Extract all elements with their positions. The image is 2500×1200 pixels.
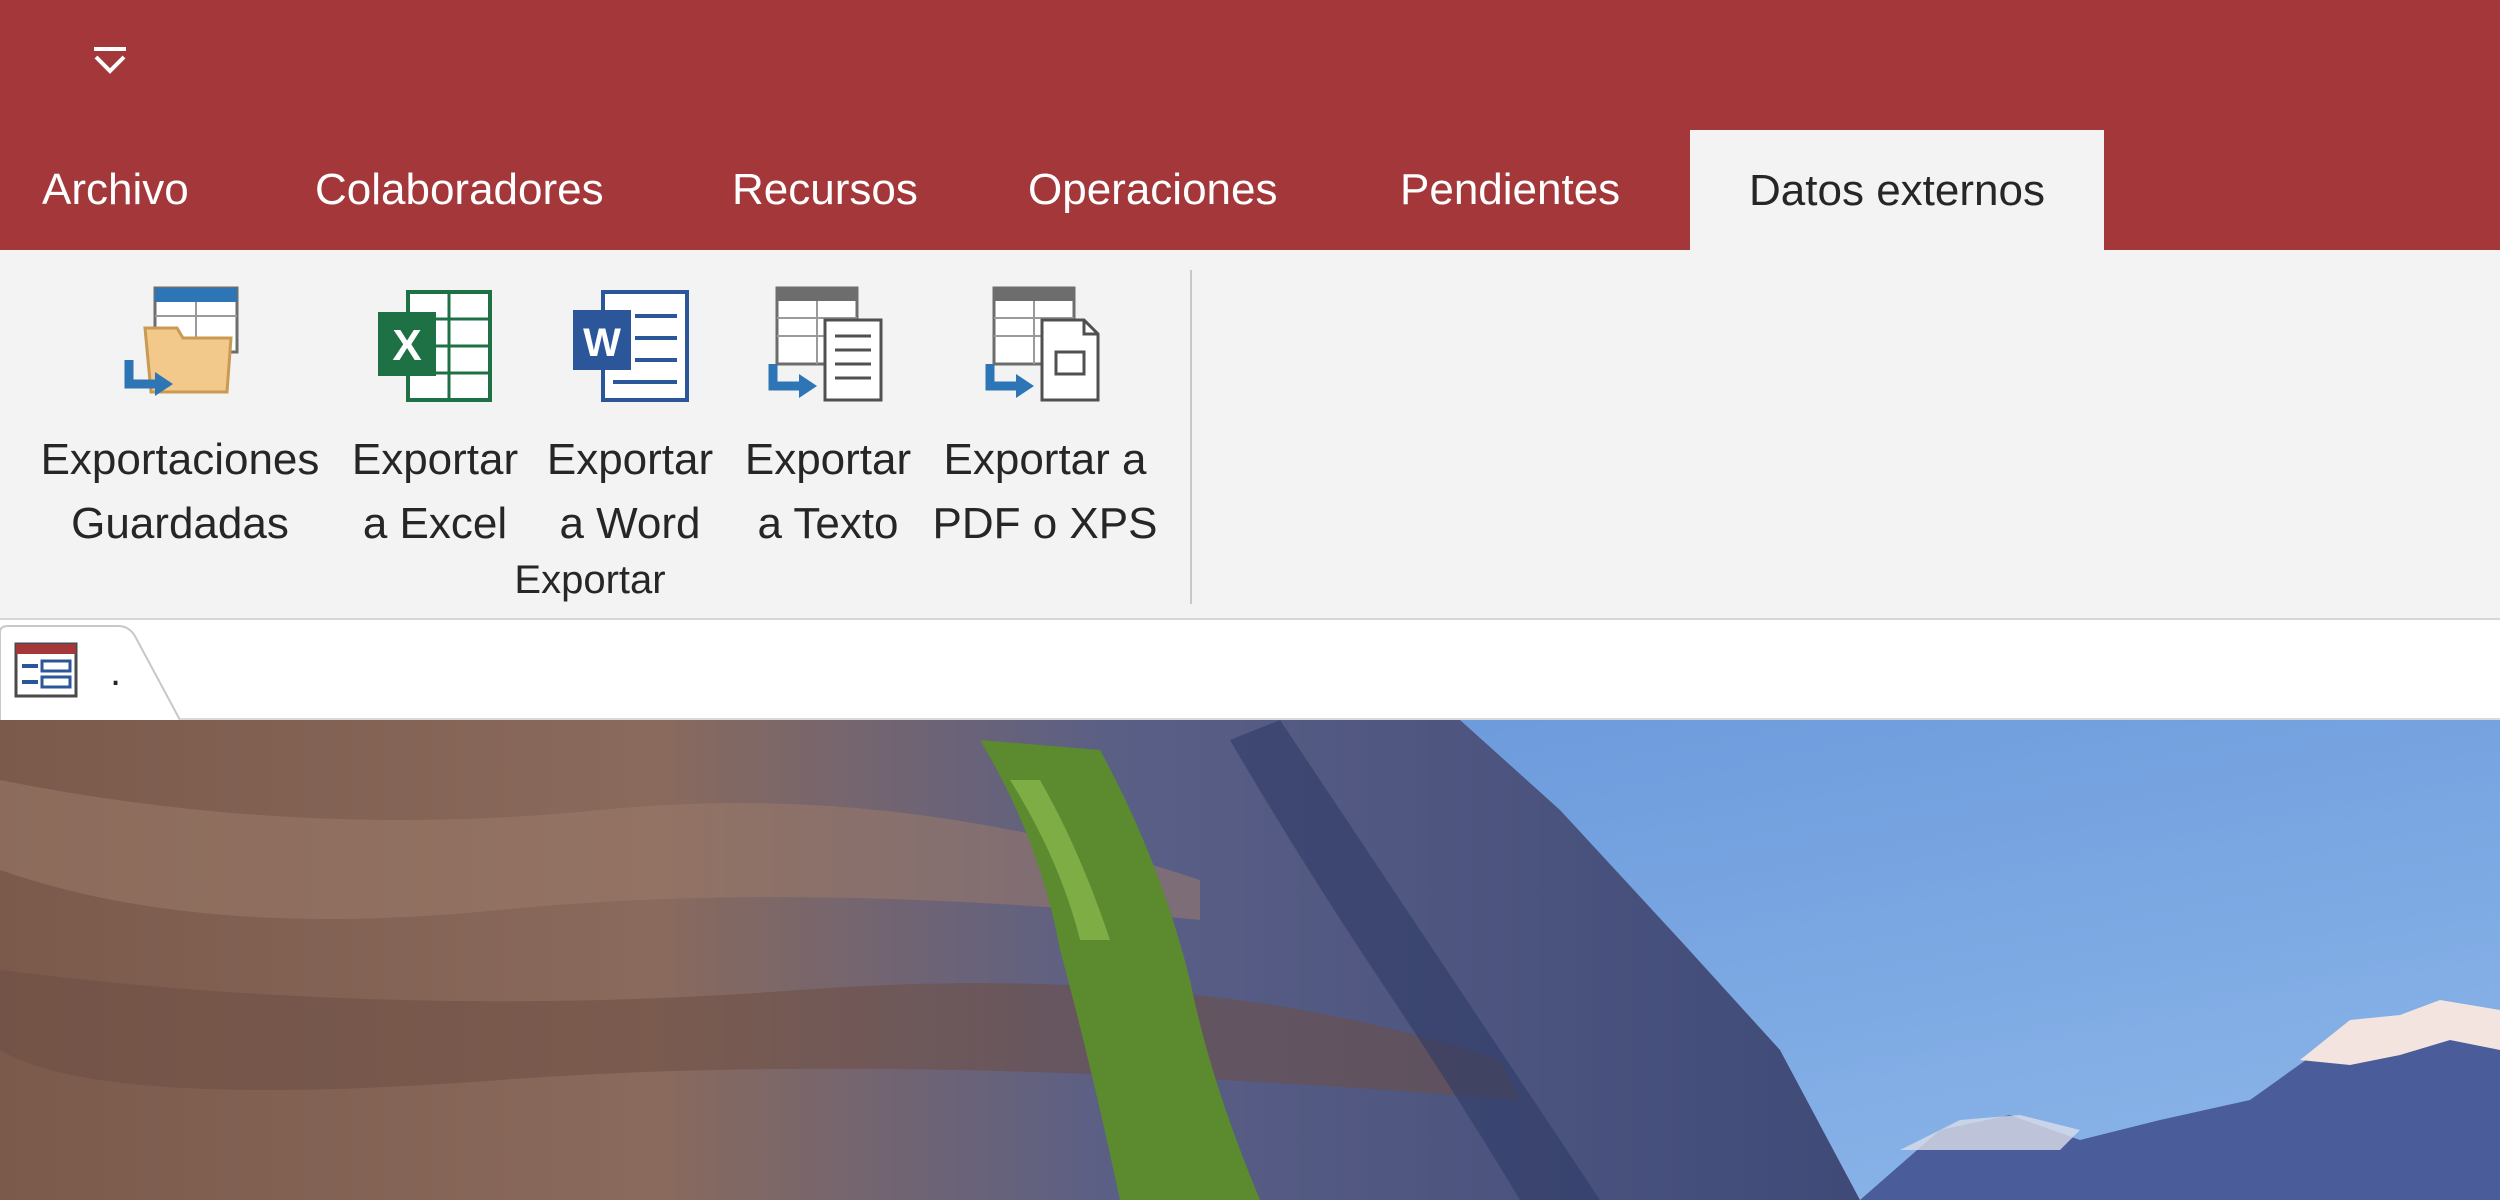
customize-quick-access-button[interactable] — [84, 38, 136, 82]
tab-operaciones[interactable]: Operaciones — [1028, 130, 1277, 250]
export-word-button[interactable]: W Exportar a Word — [540, 280, 720, 550]
excel-icon: X — [378, 290, 492, 402]
ribbon-tab-bar: Archivo Colaboradores Recursos Operacion… — [0, 130, 2500, 252]
pdf-xps-icon — [985, 286, 1100, 402]
saved-exports-icon — [124, 286, 239, 396]
text-file-icon — [768, 286, 883, 402]
export-excel-button[interactable]: X Exportar a Excel — [345, 280, 525, 550]
tab-label: Recursos — [732, 165, 918, 214]
word-icon: W — [573, 290, 689, 402]
customize-quick-access-icon — [94, 47, 126, 74]
group-label-exportar: Exportar — [514, 558, 666, 602]
button-label-line2: a Word — [559, 499, 701, 548]
ribbon-panel: Exportaciones Guardadas X Exportar a Excel — [0, 250, 2500, 620]
tab-recursos[interactable]: Recursos — [732, 130, 918, 250]
landscape-image — [0, 720, 2500, 1200]
tab-label: Pendientes — [1400, 165, 1621, 214]
button-label-line2: Guardadas — [71, 499, 289, 548]
document-tab-bar: . — [0, 620, 2500, 720]
export-text-button[interactable]: Exportar a Texto — [738, 280, 918, 550]
svg-text:X: X — [392, 321, 421, 370]
button-label-line2: PDF o XPS — [932, 499, 1158, 548]
tab-label: Archivo — [42, 165, 189, 214]
button-label-line1: Exportaciones — [40, 435, 320, 484]
group-separator — [1190, 270, 1192, 604]
tab-label: Operaciones — [1028, 165, 1278, 214]
document-tab[interactable]: . — [0, 620, 180, 720]
title-bar — [0, 0, 2500, 130]
tab-label: Colaboradores — [315, 165, 604, 214]
background-landscape-image — [0, 720, 2500, 1200]
button-label-line2: a Excel — [362, 499, 508, 548]
tab-datos-externos[interactable]: Datos externos — [1690, 130, 2104, 252]
button-label-line1: Exportar a — [943, 435, 1147, 484]
tab-archivo[interactable]: Archivo — [42, 130, 189, 250]
form-icon — [14, 642, 78, 698]
button-label-line1: Exportar — [744, 435, 912, 484]
button-label-line1: Exportar — [546, 435, 714, 484]
button-label-line1: Exportar — [351, 435, 519, 484]
tab-colaboradores[interactable]: Colaboradores — [315, 130, 604, 250]
export-pdf-xps-button[interactable]: Exportar a PDF o XPS — [930, 280, 1160, 550]
saved-exports-button[interactable]: Exportaciones Guardadas — [20, 280, 340, 550]
document-tab-label: . — [110, 650, 122, 694]
tab-label: Datos externos — [1749, 166, 2045, 215]
button-label-line2: a Texto — [757, 499, 899, 548]
tab-pendientes[interactable]: Pendientes — [1400, 130, 1620, 250]
svg-text:W: W — [583, 321, 621, 365]
